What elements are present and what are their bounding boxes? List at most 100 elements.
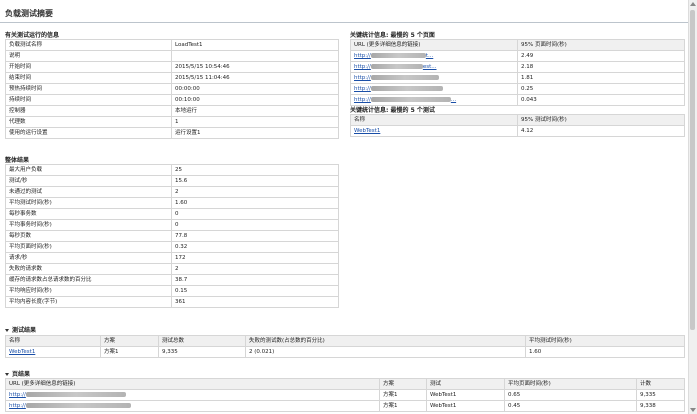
test-results-header-row: 名称 方案 测试总数 失败的测试数(占总数的百分比) 平均测试时间(秒) bbox=[5, 335, 685, 347]
run-info-row-value: 2015/5/15 11:04:46 bbox=[171, 72, 339, 84]
run-info-row: 结束时间 2015/5/15 11:04:46 bbox=[5, 72, 339, 84]
slow-page-url-link[interactable]: http://... bbox=[354, 97, 456, 103]
slow-page-row: http:// 1.81 bbox=[350, 72, 685, 84]
slow-page-time-cell: 1.81 bbox=[517, 72, 685, 84]
overall-result-row: 每秒事务数 0 bbox=[5, 208, 339, 220]
page-results-col-avg: 平均页面时间(秒) bbox=[504, 378, 637, 390]
run-info-row-value bbox=[171, 50, 339, 62]
slow-page-url-link[interactable]: http:// bbox=[354, 75, 439, 81]
overall-result-row: 失败的请求数 2 bbox=[5, 263, 339, 275]
run-info-table: 负载测试名称 LoadTest1 说明 开始时间 2015/5/15 10:54:46 结… bbox=[5, 39, 339, 139]
run-info-row-value: 00:00:00 bbox=[171, 83, 339, 95]
overall-result-row-value: 172 bbox=[171, 252, 339, 264]
test-result-total: 9,335 bbox=[158, 346, 246, 358]
test-result-name-cell: WebTest1 bbox=[5, 346, 101, 358]
slow-page-url-link[interactable]: http:// t... bbox=[354, 53, 433, 59]
slow-page-url-link[interactable]: http:// est... bbox=[354, 64, 437, 70]
slow-pages-col-url: URL (更多详细信息的链接) bbox=[350, 39, 518, 51]
slow-page-url-cell: http:// bbox=[350, 72, 518, 84]
scrollbar-thumb[interactable] bbox=[690, 10, 695, 330]
test-results-title[interactable]: 测试结果 bbox=[5, 325, 36, 334]
page-results-col-url: URL (更多详细信息的链接) bbox=[5, 378, 380, 390]
collapse-arrow-icon[interactable] bbox=[5, 329, 9, 332]
page-results-title[interactable]: 页结果 bbox=[5, 369, 30, 378]
vertical-scrollbar[interactable] bbox=[688, 0, 697, 414]
page-result-avg: 0.45 bbox=[504, 400, 637, 412]
test-results-col-name: 名称 bbox=[5, 335, 101, 347]
slow-page-url-suffix: ... bbox=[450, 97, 457, 103]
overall-result-row-label: 每秒页数 bbox=[5, 230, 172, 242]
slow-tests-table: 名称 95% 测试时间(秒) WebTest1 4.12 bbox=[350, 114, 685, 137]
overall-result-row: 平均事务时间(秒) 0 bbox=[5, 219, 339, 231]
test-results-col-failed: 失败的测试数(占总数的百分比) bbox=[245, 335, 526, 347]
page-result-url-cell: http:// bbox=[5, 389, 380, 401]
overall-result-row-label: 请求/秒 bbox=[5, 252, 172, 264]
slow-page-url-link[interactable]: http:// bbox=[354, 86, 443, 92]
overall-result-row-label: 平均响应时间(秒) bbox=[5, 285, 172, 297]
slow-page-time-cell: 2.49 bbox=[517, 50, 685, 62]
slow-page-url-cell: http:// bbox=[350, 83, 518, 95]
page-result-url-link[interactable]: http:// bbox=[9, 392, 126, 398]
run-info-title: 有关测试运行的信息 bbox=[5, 32, 60, 39]
page-results-col-scenario: 方案 bbox=[379, 378, 427, 390]
slow-page-time-cell: 0.25 bbox=[517, 83, 685, 95]
slow-page-row: http:// est... 2.18 bbox=[350, 61, 685, 73]
slow-page-url-suffix: t... bbox=[425, 53, 434, 59]
page-result-url-link[interactable]: http:// bbox=[9, 403, 131, 409]
slow-test-name-cell: WebTest1 bbox=[350, 125, 518, 137]
slow-page-url-prefix: http:// bbox=[354, 97, 371, 103]
slow-test-time-cell: 4.12 bbox=[517, 125, 685, 137]
redacted-url-blur bbox=[370, 75, 439, 80]
overall-result-row-label: 缓存的请求数占总请求数的百分比 bbox=[5, 274, 172, 286]
overall-result-row-label: 失败的请求数 bbox=[5, 263, 172, 275]
run-info-row: 代理数 1 bbox=[5, 116, 339, 128]
overall-result-row-value: 38.7 bbox=[171, 274, 339, 286]
slow-tests-col-time: 95% 测试时间(秒) bbox=[517, 114, 685, 126]
run-info-row: 说明 bbox=[5, 50, 339, 62]
scroll-up-arrow-icon[interactable] bbox=[690, 2, 696, 6]
run-info-row-value: 2015/5/15 10:54:46 bbox=[171, 61, 339, 73]
overall-result-row: 未通过的测试 2 bbox=[5, 186, 339, 198]
run-info-row: 控制器 本地运行 bbox=[5, 105, 339, 117]
test-result-link[interactable]: WebTest1 bbox=[9, 349, 35, 355]
test-results-table: 名称 方案 测试总数 失败的测试数(占总数的百分比) 平均测试时间(秒) Web… bbox=[5, 335, 685, 358]
run-info-row: 持续时间 00:10:00 bbox=[5, 94, 339, 106]
scroll-down-arrow-icon[interactable] bbox=[690, 408, 696, 412]
page-results-col-test: 测试 bbox=[426, 378, 505, 390]
test-result-scenario: 方案1 bbox=[100, 346, 159, 358]
run-info-row-label: 代理数 bbox=[5, 116, 172, 128]
overall-result-row: 最大用户负载 25 bbox=[5, 164, 339, 176]
run-info-row: 预热持续时间 00:00:00 bbox=[5, 83, 339, 95]
overall-results-title: 整体结果 bbox=[5, 157, 30, 164]
page-result-scenario: 方案1 bbox=[379, 389, 427, 401]
slow-pages-header-row: URL (更多详细信息的链接) 95% 页面时间(秒) bbox=[350, 39, 685, 51]
overall-result-row-value: 25 bbox=[171, 164, 339, 176]
page-result-url-cell: http:// bbox=[5, 400, 380, 412]
test-result-avg: 1.60 bbox=[525, 346, 685, 358]
slow-pages-table: URL (更多详细信息的链接) 95% 页面时间(秒) http:// t... 2… bbox=[350, 39, 685, 106]
slow-test-link[interactable]: WebTest1 bbox=[354, 128, 380, 134]
page-result-url-prefix: http:// bbox=[9, 403, 26, 409]
overall-result-row: 平均页面时间(秒) 0.32 bbox=[5, 241, 339, 253]
collapse-arrow-icon[interactable] bbox=[5, 373, 9, 376]
slow-tests-title: 关键统计信息: 最慢的 5 个测试 bbox=[350, 107, 435, 114]
overall-result-row-label: 平均测试时间(秒) bbox=[5, 197, 172, 209]
page-result-row: http:// 方案1 WebTest1 0.65 9,335 bbox=[5, 389, 685, 401]
run-info-row-label: 说明 bbox=[5, 50, 172, 62]
page-result-url-prefix: http:// bbox=[9, 392, 26, 398]
slow-pages-col-time: 95% 页面时间(秒) bbox=[517, 39, 685, 51]
redacted-url-blur bbox=[25, 403, 131, 408]
run-info-row-label: 开始时间 bbox=[5, 61, 172, 73]
overall-results-table: 最大用户负载 25 测试/秒 15.6 未通过的测试 2 平均测试时间(秒) 1.60 每秒事务… bbox=[5, 164, 339, 308]
run-info-row-value: 1 bbox=[171, 116, 339, 128]
redacted-url-blur bbox=[370, 53, 426, 58]
overall-result-row: 缓存的请求数占总请求数的百分比 38.7 bbox=[5, 274, 339, 286]
overall-result-row: 平均测试时间(秒) 1.60 bbox=[5, 197, 339, 209]
overall-result-row-value: 0 bbox=[171, 219, 339, 231]
slow-tests-col-name: 名称 bbox=[350, 114, 518, 126]
page-result-count: 9,335 bbox=[636, 389, 685, 401]
page-results-table: URL (更多详细信息的链接) 方案 测试 平均页面时间(秒) 计数 http:… bbox=[5, 378, 685, 412]
page-result-test: WebTest1 bbox=[426, 400, 505, 412]
slow-page-url-prefix: http:// bbox=[354, 86, 371, 92]
overall-result-row-value: 0.32 bbox=[171, 241, 339, 253]
